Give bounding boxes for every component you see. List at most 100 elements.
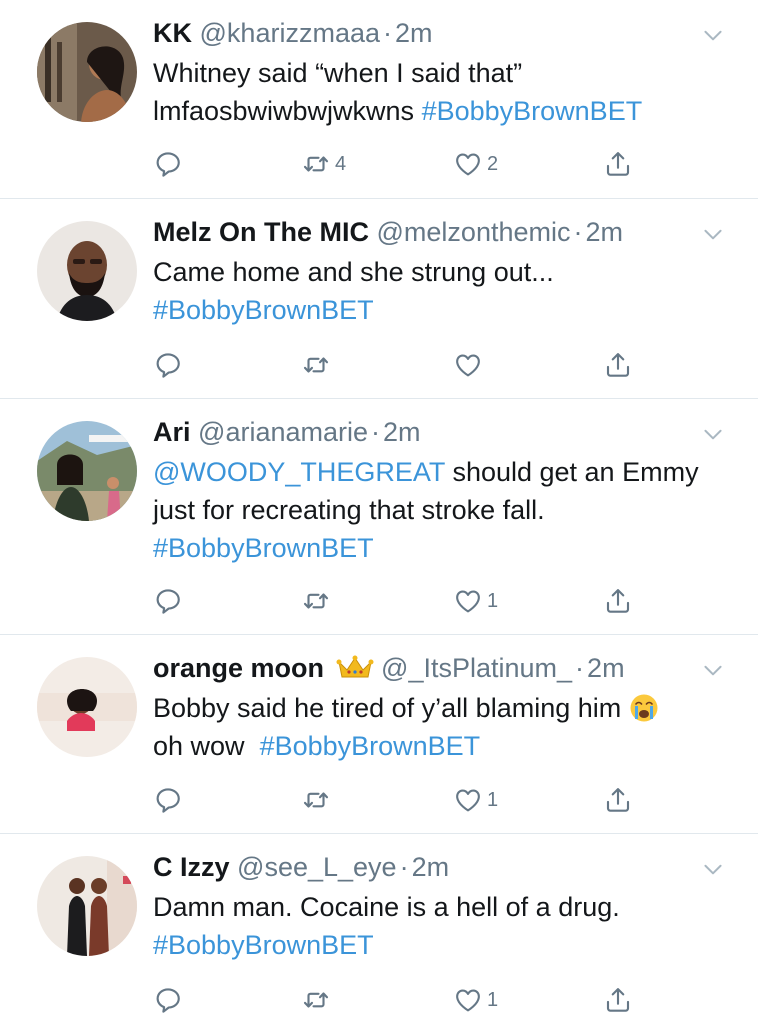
retweet-icon	[301, 149, 331, 179]
separator-dot: ·	[399, 852, 409, 882]
username[interactable]: @see_L_eye	[237, 852, 397, 882]
heart-icon	[453, 985, 483, 1015]
tweet-text-line: Came home and she strung out...	[153, 257, 554, 287]
tweet-actions: 4 2	[153, 146, 643, 182]
display-name[interactable]: C Izzy	[153, 852, 230, 882]
tweet-text-line: Bobby said he tired of y’all blaming him	[153, 689, 733, 727]
like-button[interactable]: 1	[453, 982, 498, 1018]
avatar[interactable]	[37, 421, 137, 521]
tweet[interactable]: orange moon @_ItsPlatinum_ · 2m Bobby said…	[0, 635, 758, 834]
avatar[interactable]	[37, 22, 137, 122]
reply-icon	[153, 350, 183, 380]
chevron-down-icon[interactable]	[700, 421, 726, 447]
mention-link[interactable]: @WOODY_THEGREAT	[153, 457, 445, 487]
tweet-text-line: oh wow #BobbyBrownBET	[153, 727, 733, 765]
retweet-icon	[301, 350, 331, 380]
like-count: 1	[487, 988, 499, 1011]
share-button[interactable]	[603, 347, 633, 383]
like-button[interactable]: 1	[453, 583, 498, 619]
retweet-button[interactable]	[301, 583, 335, 619]
reply-button[interactable]	[153, 782, 183, 818]
tweet-text-fragment: Bobby said he tired of y’all blaming him	[153, 693, 622, 723]
chevron-down-icon[interactable]	[700, 22, 726, 48]
share-icon	[603, 350, 633, 380]
timestamp[interactable]: 2m	[383, 417, 421, 447]
timestamp[interactable]: 2m	[412, 852, 450, 882]
heart-icon	[453, 785, 483, 815]
username[interactable]: @melzonthemic	[377, 217, 571, 247]
display-name[interactable]: Ari	[153, 417, 191, 447]
tweet-text-fragment: should get an Emmy	[444, 457, 699, 487]
username[interactable]: @arianamarie	[198, 417, 368, 447]
reply-icon	[153, 149, 183, 179]
username[interactable]: @kharizzmaaa	[200, 18, 380, 48]
tweet-text: @WOODY_THEGREAT should get an Emmy just …	[153, 453, 733, 567]
avatar[interactable]	[37, 657, 137, 757]
username[interactable]: @_ItsPlatinum_	[381, 653, 572, 683]
reply-button[interactable]	[153, 347, 183, 383]
tweet[interactable]: KK @kharizzmaaa · 2m Whitney said “when I …	[0, 0, 758, 199]
tweet-actions: 1	[153, 583, 643, 619]
share-icon	[603, 985, 633, 1015]
display-name[interactable]: orange moon	[153, 653, 324, 683]
display-name[interactable]: KK	[153, 18, 192, 48]
hashtag-link[interactable]: #BobbyBrownBET	[153, 926, 733, 964]
heart-icon	[453, 149, 483, 179]
like-button[interactable]	[453, 347, 487, 383]
share-button[interactable]	[603, 982, 633, 1018]
reply-icon	[153, 586, 183, 616]
reply-button[interactable]	[153, 146, 183, 182]
tweet-text: Damn man. Cocaine is a hell of a drug. #…	[153, 888, 733, 964]
share-icon	[603, 149, 633, 179]
avatar[interactable]	[37, 856, 137, 956]
separator-dot: ·	[573, 217, 583, 247]
hashtag-link[interactable]: #BobbyBrownBET	[422, 96, 643, 126]
retweet-icon	[301, 985, 331, 1015]
retweet-button[interactable]: 4	[301, 146, 346, 182]
hashtag-link[interactable]: #BobbyBrownBET	[153, 529, 733, 567]
share-button[interactable]	[603, 782, 633, 818]
crying-face-emoji	[630, 694, 658, 722]
tweet-header: KK @kharizzmaaa · 2m	[153, 16, 433, 50]
reply-button[interactable]	[153, 583, 183, 619]
tweet-text-fragment: oh wow	[153, 731, 260, 761]
chevron-down-icon[interactable]	[700, 221, 726, 247]
hashtag-link[interactable]: #BobbyBrownBET	[153, 291, 733, 329]
tweet-header: C Izzy @see_L_eye · 2m	[153, 850, 449, 884]
retweet-button[interactable]	[301, 782, 335, 818]
separator-dot: ·	[575, 653, 585, 683]
like-count: 2	[487, 152, 499, 175]
share-button[interactable]	[603, 146, 633, 182]
chevron-down-icon[interactable]	[700, 657, 726, 683]
timestamp[interactable]: 2m	[395, 18, 433, 48]
share-icon	[603, 785, 633, 815]
separator-dot: ·	[383, 18, 392, 48]
display-name[interactable]: Melz On The MIC	[153, 217, 369, 247]
avatar[interactable]	[37, 221, 137, 321]
tweet[interactable]: Ari @arianamarie · 2m @WOODY_THEGREAT shou…	[0, 399, 758, 635]
tweet-text: Came home and she strung out... #BobbyBr…	[153, 253, 733, 329]
tweet[interactable]: C Izzy @see_L_eye · 2m Damn man. Cocaine i…	[0, 834, 758, 1024]
retweet-icon	[301, 586, 331, 616]
timestamp[interactable]: 2m	[587, 653, 625, 683]
like-count: 1	[487, 788, 499, 811]
crown-emoji	[336, 655, 374, 678]
reply-icon	[153, 785, 183, 815]
like-button[interactable]: 2	[453, 146, 498, 182]
tweet-header: Melz On The MIC @melzonthemic · 2m	[153, 215, 623, 249]
share-button[interactable]	[603, 583, 633, 619]
chevron-down-icon[interactable]	[700, 856, 726, 882]
hashtag-link[interactable]: #BobbyBrownBET	[260, 731, 481, 761]
retweet-button[interactable]	[301, 982, 335, 1018]
tweet-header: orange moon @_ItsPlatinum_ · 2m	[153, 651, 625, 685]
tweet-actions: 1	[153, 782, 643, 818]
retweet-button[interactable]	[301, 347, 335, 383]
tweet-header: Ari @arianamarie · 2m	[153, 415, 421, 449]
like-button[interactable]: 1	[453, 782, 498, 818]
tweet-text-line: Whitney said “when I said that”	[153, 58, 523, 88]
tweet[interactable]: Melz On The MIC @melzonthemic · 2m Came ho…	[0, 199, 758, 399]
tweet-text: Bobby said he tired of y’all blaming him…	[153, 689, 733, 765]
reply-button[interactable]	[153, 982, 183, 1018]
timestamp[interactable]: 2m	[586, 217, 624, 247]
tweet-text-line: lmfaosbwiwbwjwkwns #BobbyBrownBET	[153, 92, 733, 130]
